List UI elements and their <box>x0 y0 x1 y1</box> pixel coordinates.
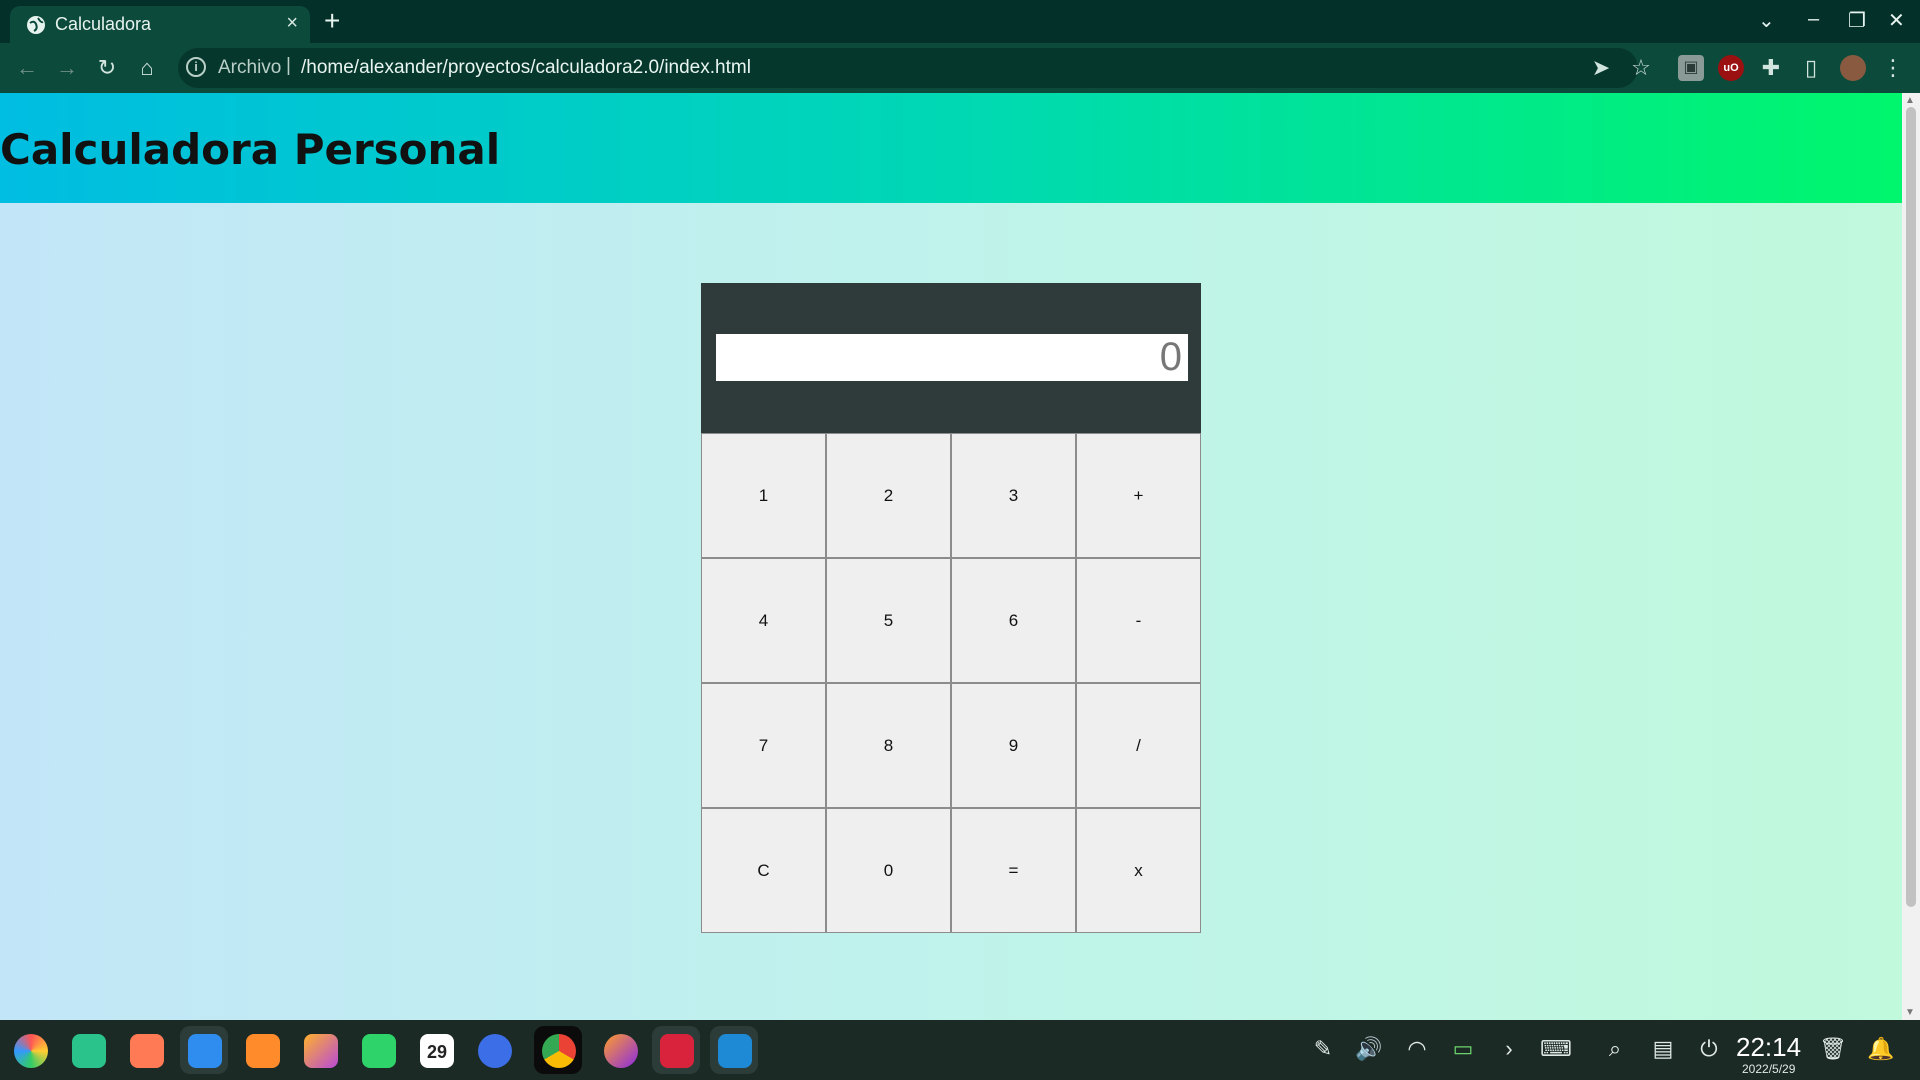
music-app-icon[interactable] <box>354 1026 402 1074</box>
browser-tab-bar: Calculadora × + ⌄ – ❐ ✕ <box>0 0 1920 43</box>
key-1[interactable]: 1 <box>701 433 826 558</box>
send-icon[interactable]: ➤ <box>1588 55 1614 81</box>
page-title: Calculadora Personal <box>0 125 501 174</box>
back-icon[interactable]: ← <box>14 55 40 81</box>
url-scheme-label: Archivo <box>218 57 282 78</box>
key-4[interactable]: 4 <box>701 558 826 683</box>
calculator: 1 2 3 + 4 5 6 - 7 8 9 / C 0 = x <box>701 283 1201 933</box>
reload-icon[interactable]: ↻ <box>94 55 120 81</box>
tab-close-icon[interactable]: × <box>286 12 298 35</box>
scroll-up-arrow-icon[interactable]: ▲ <box>1905 95 1915 106</box>
page-header: Calculadora Personal <box>0 93 1902 203</box>
vscode-app-icon[interactable] <box>710 1026 758 1074</box>
key-plus[interactable]: + <box>1076 433 1201 558</box>
calculator-display[interactable] <box>716 334 1188 381</box>
store-app-icon[interactable] <box>180 1026 228 1074</box>
key-3[interactable]: 3 <box>951 433 1076 558</box>
forward-icon[interactable]: → <box>54 55 80 81</box>
launcher-icon[interactable] <box>6 1026 54 1074</box>
clock-date: 2022/5/29 <box>1742 1062 1796 1076</box>
calendar-app-icon[interactable]: 29 <box>412 1026 460 1074</box>
battery-icon[interactable]: ▭ <box>1448 1036 1478 1062</box>
key-multiply[interactable]: x <box>1076 808 1201 933</box>
address-bar[interactable]: i Archivo | /home/alexander/proyectos/ca… <box>178 48 1638 88</box>
file-manager-app-icon[interactable] <box>64 1026 112 1074</box>
url-separator: | <box>286 55 291 76</box>
page-viewport: Calculadora Personal 1 2 3 + 4 5 6 - 7 8… <box>0 93 1920 1020</box>
key-minus[interactable]: - <box>1076 558 1201 683</box>
calendar-day: 29 <box>420 1034 454 1068</box>
keypad: 1 2 3 + 4 5 6 - 7 8 9 / C 0 = x <box>701 433 1201 933</box>
taskbar: 29 ✎ 🔊 ◠ ▭ › ⌨ ⌕ ▤ ⏻ 22:14 2022/5/29 🗑 🔔 <box>0 1020 1920 1080</box>
minimize-icon[interactable]: – <box>1808 8 1819 31</box>
close-window-icon[interactable]: ✕ <box>1888 8 1905 33</box>
home-icon[interactable]: ⌂ <box>134 55 160 81</box>
key-7[interactable]: 7 <box>701 683 826 808</box>
info-icon[interactable]: i <box>186 57 206 77</box>
url-text[interactable]: /home/alexander/proyectos/calculadora2.0… <box>301 57 751 79</box>
key-5[interactable]: 5 <box>826 558 951 683</box>
search-icon[interactable]: ⌕ <box>1600 1036 1630 1062</box>
key-divide[interactable]: / <box>1076 683 1201 808</box>
new-tab-button[interactable]: + <box>324 6 340 36</box>
wifi-icon[interactable]: ◠ <box>1402 1036 1432 1062</box>
scroll-down-arrow-icon[interactable]: ▼ <box>1905 1007 1915 1018</box>
globe-icon <box>27 16 45 34</box>
ime-icon[interactable]: ✎ <box>1308 1036 1338 1062</box>
browser-toolbar: ← → ↻ ⌂ i Archivo | /home/alexander/proy… <box>0 43 1920 93</box>
app-store-bag-icon[interactable] <box>238 1026 286 1074</box>
key-6[interactable]: 6 <box>951 558 1076 683</box>
key-0[interactable]: 0 <box>826 808 951 933</box>
page-scrollbar[interactable]: ▲ ▼ <box>1902 93 1920 1020</box>
keyboard-icon[interactable]: ⌨ <box>1540 1036 1572 1062</box>
onscreen-keyboard-icon[interactable]: ▤ <box>1648 1036 1678 1062</box>
settings-gear-icon[interactable] <box>470 1026 518 1074</box>
clock-time[interactable]: 22:14 <box>1736 1032 1801 1063</box>
key-8[interactable]: 8 <box>826 683 951 808</box>
image-viewer-app-icon[interactable] <box>296 1026 344 1074</box>
pdf-extension-icon[interactable]: ▣ <box>1678 55 1704 81</box>
star-icon[interactable]: ☆ <box>1628 55 1654 81</box>
terminal-app-icon[interactable] <box>652 1026 700 1074</box>
key-equals[interactable]: = <box>951 808 1076 933</box>
chrome-app-icon[interactable] <box>534 1026 582 1074</box>
firefox-app-icon[interactable] <box>596 1026 644 1074</box>
multitask-app-icon[interactable] <box>122 1026 170 1074</box>
scrollbar-thumb[interactable] <box>1906 107 1916 907</box>
tab-calculadora[interactable]: Calculadora × <box>10 6 310 43</box>
tab-title: Calculadora <box>55 14 152 34</box>
trash-icon[interactable]: 🗑 <box>1818 1036 1848 1062</box>
ublock-icon[interactable]: uO <box>1718 55 1744 81</box>
tray-expand-chevron-icon[interactable]: › <box>1494 1036 1524 1062</box>
extensions-puzzle-icon[interactable]: ✚ <box>1758 55 1784 81</box>
volume-icon[interactable]: 🔊 <box>1354 1036 1384 1062</box>
profile-avatar[interactable] <box>1840 55 1866 81</box>
key-2[interactable]: 2 <box>826 433 951 558</box>
restore-icon[interactable]: ❐ <box>1848 8 1866 33</box>
tab-search-chevron-icon[interactable]: ⌄ <box>1758 8 1775 33</box>
key-clear[interactable]: C <box>701 808 826 933</box>
power-icon[interactable]: ⏻ <box>1694 1036 1724 1062</box>
display-panel <box>701 283 1201 433</box>
side-panel-icon[interactable]: ▯ <box>1798 55 1824 81</box>
notification-bell-icon[interactable]: 🔔 <box>1866 1036 1896 1062</box>
key-9[interactable]: 9 <box>951 683 1076 808</box>
menu-kebab-icon[interactable]: ⋮ <box>1880 55 1906 81</box>
